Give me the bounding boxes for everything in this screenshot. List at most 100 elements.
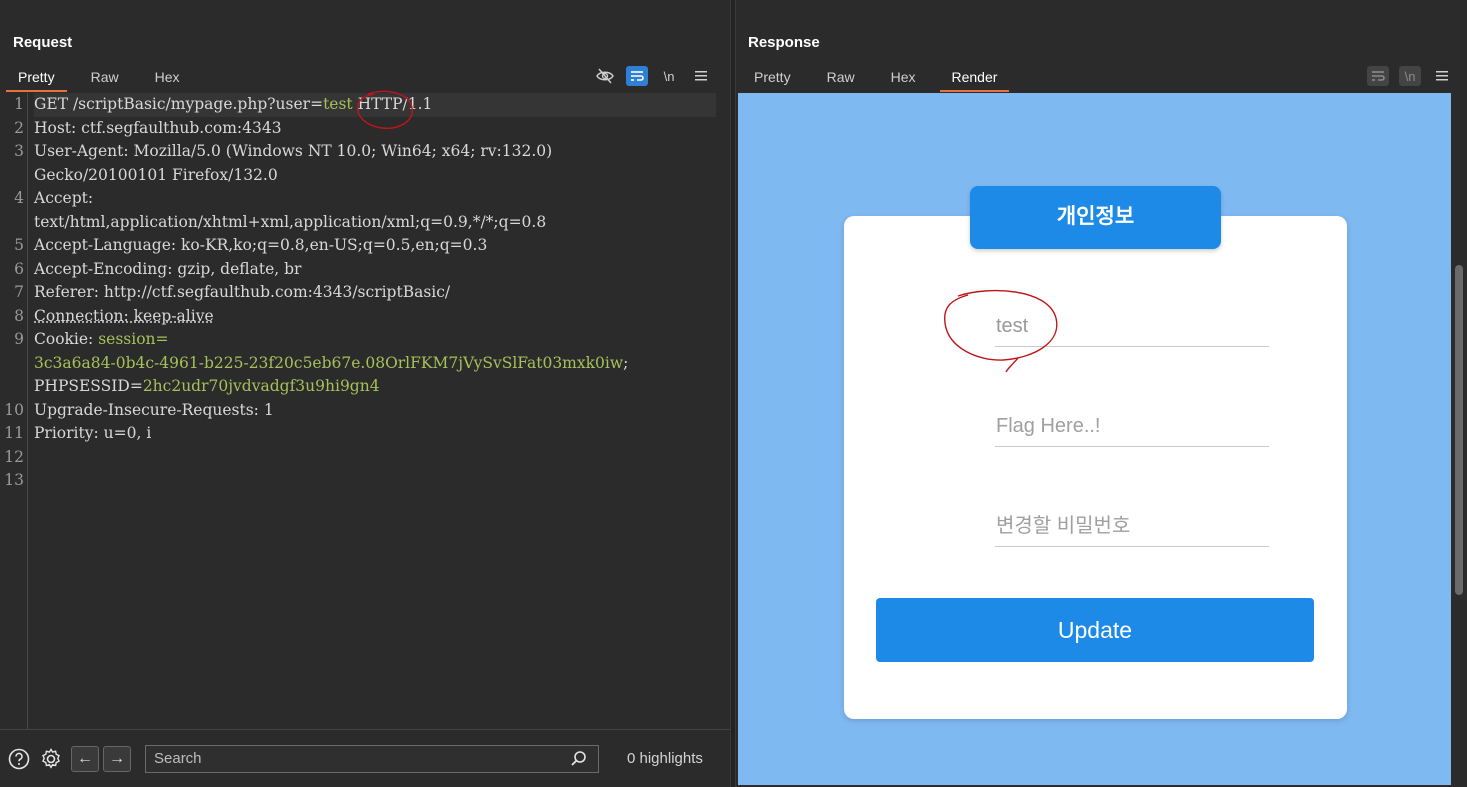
code-line: 6 Accept-Encoding: gzip, deflate, br [14,258,716,282]
newline-label: \n [1404,68,1416,84]
help-icon [8,748,30,769]
response-pane: Response Pretty Raw Hex Render \n Update [736,0,1467,787]
search-icon[interactable] [570,750,588,768]
code-line: 4 Accept: [14,187,716,211]
line-number: 5 [14,236,24,254]
flag-field [995,407,1269,447]
code-text: Cookie: [34,330,99,348]
word-wrap-toggle[interactable] [626,66,648,86]
response-show-newlines-button[interactable]: \n [1399,66,1421,86]
code-text: Host: ctf.segfaulthub.com:4343 [34,118,282,137]
settings-button[interactable] [39,747,63,771]
previous-match-button[interactable]: ← [71,745,99,772]
request-menu-button[interactable] [690,66,712,86]
code-line: 12 [4,446,716,470]
highlights-count: 0 highlights [627,750,703,767]
arrow-right-icon: → [109,749,125,767]
scroll-thumb[interactable] [1455,265,1463,595]
code-line: Gecko/20100101 Firefox/132.0 [34,164,716,188]
password-field [995,507,1269,547]
response-tab-render[interactable]: Render [934,64,1016,92]
search-field [145,744,599,773]
response-word-wrap-toggle[interactable] [1367,66,1389,86]
username-input[interactable] [995,307,1269,346]
code-line: 10 Upgrade-Insecure-Requests: 1 [4,399,716,423]
request-editor[interactable]: 1 GET /scriptBasic/mypage.php?user=test H… [0,93,730,729]
code-line: 13 [4,469,716,493]
code-text: Accept-Language: ko-KR,ko;q=0.8,en-US;q=… [34,236,488,254]
code-line: 7 Referer: http://ctf.segfaulthub.com:434… [14,281,716,305]
code-line: 5 Accept-Language: ko-KR,ko;q=0.8,en-US;q… [14,234,716,258]
code-text: Gecko/20100101 Firefox/132.0 [34,165,278,184]
request-tab-raw[interactable]: Raw [73,64,137,92]
show-newlines-button[interactable]: \n [658,66,680,86]
line-number: 8 [14,306,24,325]
code-text: Priority: u=0, i [34,424,152,442]
line-number: 9 [14,330,24,348]
request-code: 1 GET /scriptBasic/mypage.php?user=test H… [4,93,716,493]
code-text: PHPSESSID= [34,377,143,395]
line-number: 12 [4,447,24,466]
code-text: Accept: [34,189,94,207]
code-line: text/html,application/xhtml+xml,applicat… [34,211,716,235]
code-line: 1 GET /scriptBasic/mypage.php?user=test H… [14,93,716,117]
update-button[interactable]: Update [876,598,1314,662]
flag-input[interactable] [995,407,1269,446]
code-text: User-Agent: Mozilla/5.0 (Windows NT 10.0… [34,142,553,160]
code-text: ; [623,353,629,372]
code-line: 2 Host: ctf.segfaulthub.com:4343 [14,117,716,141]
hamburger-icon [1436,71,1448,81]
code-line: 9 Cookie: session= [14,328,716,352]
render-view: Update 개인정보 [738,93,1451,785]
request-title: Request [13,34,73,51]
code-text: Accept-Encoding: gzip, deflate, br [34,259,302,278]
code-text: Referer: http://ctf.segfaulthub.com:4343… [34,283,451,301]
code-text: GET /scriptBasic/mypage.php?user= [34,95,324,113]
wrap-icon [631,71,644,81]
eye-off-icon [596,68,614,84]
line-number: 7 [14,283,24,301]
response-menu-button[interactable] [1431,66,1453,86]
code-line: PHPSESSID=2hc2udr70jvdvadgf3u9hi9gn4 [34,375,716,399]
response-tab-raw[interactable]: Raw [809,64,873,92]
code-text: HTTP/1.1 [352,95,433,113]
code-line: 3 User-Agent: Mozilla/5.0 (Windows NT 10.… [14,140,716,164]
username-field [995,307,1269,347]
code-text: Connection: keep-alive [34,306,214,325]
code-value: 3c3a6a84-0b4c-4961-b225-23f20c5eb67e.08O… [34,353,624,372]
hide-nonprintable-button[interactable] [594,66,616,86]
request-tab-hex[interactable]: Hex [137,64,198,92]
render-scrollbar[interactable] [1451,93,1467,785]
arrow-left-icon: ← [77,749,93,767]
code-line: 11 Priority: u=0, i [4,422,716,446]
request-tools: \n [594,64,712,88]
gear-icon [42,747,60,769]
code-value: session= [98,330,169,348]
line-number: 13 [4,471,24,489]
hamburger-icon [695,71,707,81]
response-tab-pretty[interactable]: Pretty [736,64,809,92]
wrap-icon [1372,71,1385,81]
response-tools: \n [1367,64,1453,88]
response-title: Response [748,34,820,51]
code-line: 3c3a6a84-0b4c-4961-b225-23f20c5eb67e.08O… [34,352,716,376]
profile-card: Update [844,216,1347,719]
line-number: 11 [4,424,24,442]
next-match-button[interactable]: → [103,745,131,772]
line-number: 10 [4,400,24,419]
line-number: 3 [14,142,24,160]
request-pane: Request Pretty Raw Hex \n 1 GET /scriptBa… [0,0,730,787]
card-title: 개인정보 [970,186,1221,249]
line-number: 2 [14,118,24,137]
line-number: 4 [14,189,24,207]
response-tab-hex[interactable]: Hex [873,64,934,92]
response-tabs: Pretty Raw Hex Render [736,64,1467,92]
new-password-input[interactable] [995,507,1269,546]
request-tab-pretty[interactable]: Pretty [0,64,73,92]
request-search-bar: ← → 0 highlights [0,729,730,787]
line-number: 6 [14,259,24,278]
help-button[interactable] [7,747,31,771]
line-number: 1 [14,95,24,113]
search-input[interactable] [146,745,598,772]
code-line: 8 Connection: keep-alive [14,305,716,329]
